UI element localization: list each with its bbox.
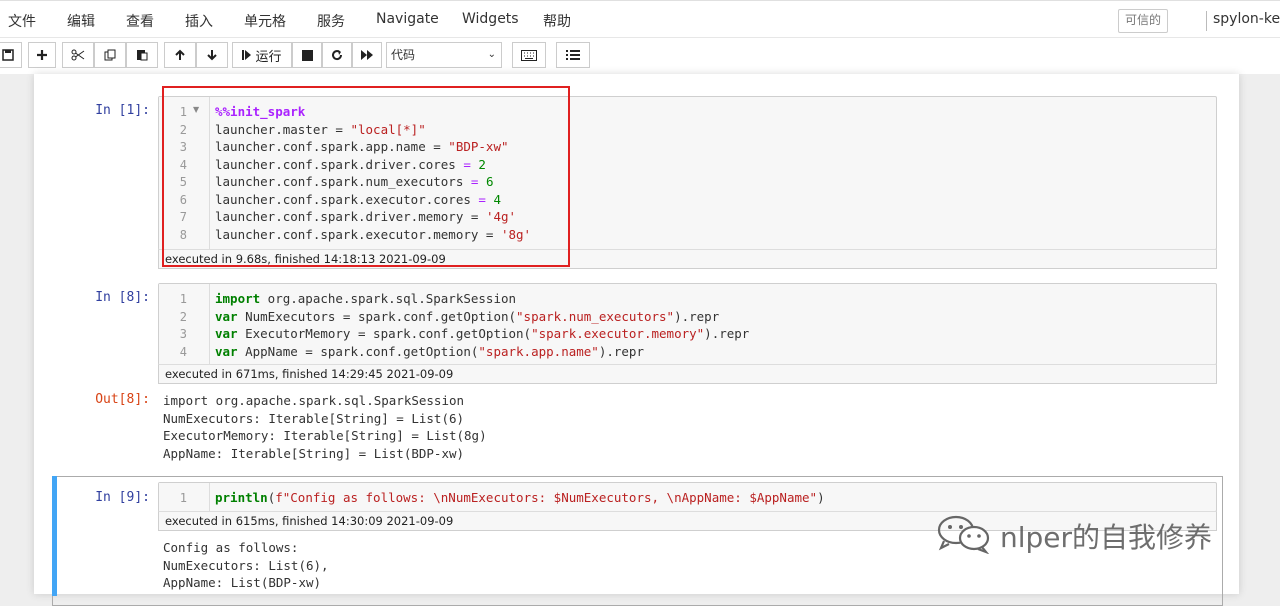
code-line: var NumExecutors = spark.conf.getOption(…	[215, 309, 720, 324]
menu-widgets[interactable]: Widgets	[462, 11, 519, 27]
cell-2-prompt: In [8]:	[95, 290, 150, 305]
paste-icon	[136, 49, 148, 61]
cut-button[interactable]	[62, 42, 94, 68]
menu-view[interactable]: 查看	[126, 11, 154, 31]
menu-navigate[interactable]: Navigate	[376, 11, 439, 27]
move-down-button[interactable]	[196, 42, 228, 68]
copy-button[interactable]	[94, 42, 126, 68]
fast-forward-icon	[360, 49, 374, 61]
cell-2-out-prompt: Out[8]:	[95, 392, 150, 407]
keyboard-icon	[521, 49, 537, 61]
kernel-separator	[1206, 11, 1207, 31]
kernel-name[interactable]: spylon-kern	[1213, 11, 1280, 27]
output-line: NumExecutors: Iterable[String] = List(6)	[163, 411, 465, 426]
cell-type-select[interactable]: 代码 ⌄	[386, 42, 502, 68]
output-line: AppName: List(BDP-xw)	[163, 575, 322, 590]
list-icon	[566, 49, 580, 61]
step-forward-icon	[242, 49, 252, 61]
run-label: 运行	[255, 49, 282, 65]
refresh-icon	[331, 49, 343, 61]
cell-3-gutter: 1	[159, 483, 210, 511]
move-up-button[interactable]	[164, 42, 196, 68]
stop-icon	[301, 49, 313, 61]
save-icon	[2, 49, 14, 61]
cell-type-value: 代码	[391, 48, 416, 62]
menu-cell[interactable]: 单元格	[244, 11, 286, 31]
highlight-annotation-box	[162, 86, 570, 267]
menu-kernel[interactable]: 服务	[317, 11, 345, 31]
output-line: ExecutorMemory: Iterable[String] = List(…	[163, 428, 487, 443]
interrupt-button[interactable]	[292, 42, 322, 68]
output-line: AppName: Iterable[String] = List(BDP-xw)	[163, 446, 465, 461]
run-button[interactable]: 运行	[232, 42, 292, 68]
cell-1-prompt: In [1]:	[95, 103, 150, 118]
code-line: var AppName = spark.conf.getOption("spar…	[215, 344, 644, 359]
scissors-icon	[71, 49, 85, 61]
copy-icon	[104, 49, 116, 61]
arrow-up-icon	[174, 49, 186, 61]
output-line: NumExecutors: List(6),	[163, 558, 329, 573]
restart-button[interactable]	[322, 42, 352, 68]
toc-button[interactable]	[556, 42, 590, 68]
code-line: import org.apache.spark.sql.SparkSession	[215, 291, 517, 306]
menu-bar: 文件 编辑 查看 插入 单元格 服务 Navigate Widgets 帮助 可…	[0, 0, 1280, 38]
cell-3-input[interactable]: 1 println(f"Config as follows: \nNumExec…	[158, 482, 1217, 512]
menu-file[interactable]: 文件	[8, 11, 36, 31]
cell-3-prompt: In [9]:	[95, 490, 150, 505]
save-button[interactable]	[0, 42, 22, 68]
menu-insert[interactable]: 插入	[185, 11, 213, 31]
cell-2-input[interactable]: 1 2 3 4 import org.apache.spark.sql.Spar…	[158, 283, 1217, 365]
wechat-icon	[936, 514, 992, 558]
code-line: println(f"Config as follows: \nNumExecut…	[215, 490, 825, 505]
output-line: Config as follows:	[163, 540, 299, 555]
plus-icon	[36, 49, 48, 61]
watermark-text: nlper的自我修养	[1000, 521, 1213, 554]
command-palette-button[interactable]	[512, 42, 546, 68]
trusted-indicator[interactable]: 可信的	[1118, 9, 1168, 33]
arrow-down-icon	[206, 49, 218, 61]
paste-button[interactable]	[126, 42, 158, 68]
chevron-down-icon: ⌄	[487, 49, 496, 60]
toolbar: 运行 代码 ⌄	[0, 38, 1280, 74]
menu-edit[interactable]: 编辑	[67, 11, 95, 31]
menu-help[interactable]: 帮助	[543, 11, 571, 31]
code-line: var ExecutorMemory = spark.conf.getOptio…	[215, 326, 750, 341]
output-line: import org.apache.spark.sql.SparkSession	[163, 393, 465, 408]
restart-run-all-button[interactable]	[352, 42, 382, 68]
watermark: nlper的自我修养	[936, 514, 1212, 558]
insert-cell-button[interactable]	[28, 42, 56, 68]
cell-2-gutter: 1 2 3 4	[159, 284, 210, 364]
cell-2-exec-info: executed in 671ms, finished 14:29:45 202…	[158, 364, 1217, 384]
